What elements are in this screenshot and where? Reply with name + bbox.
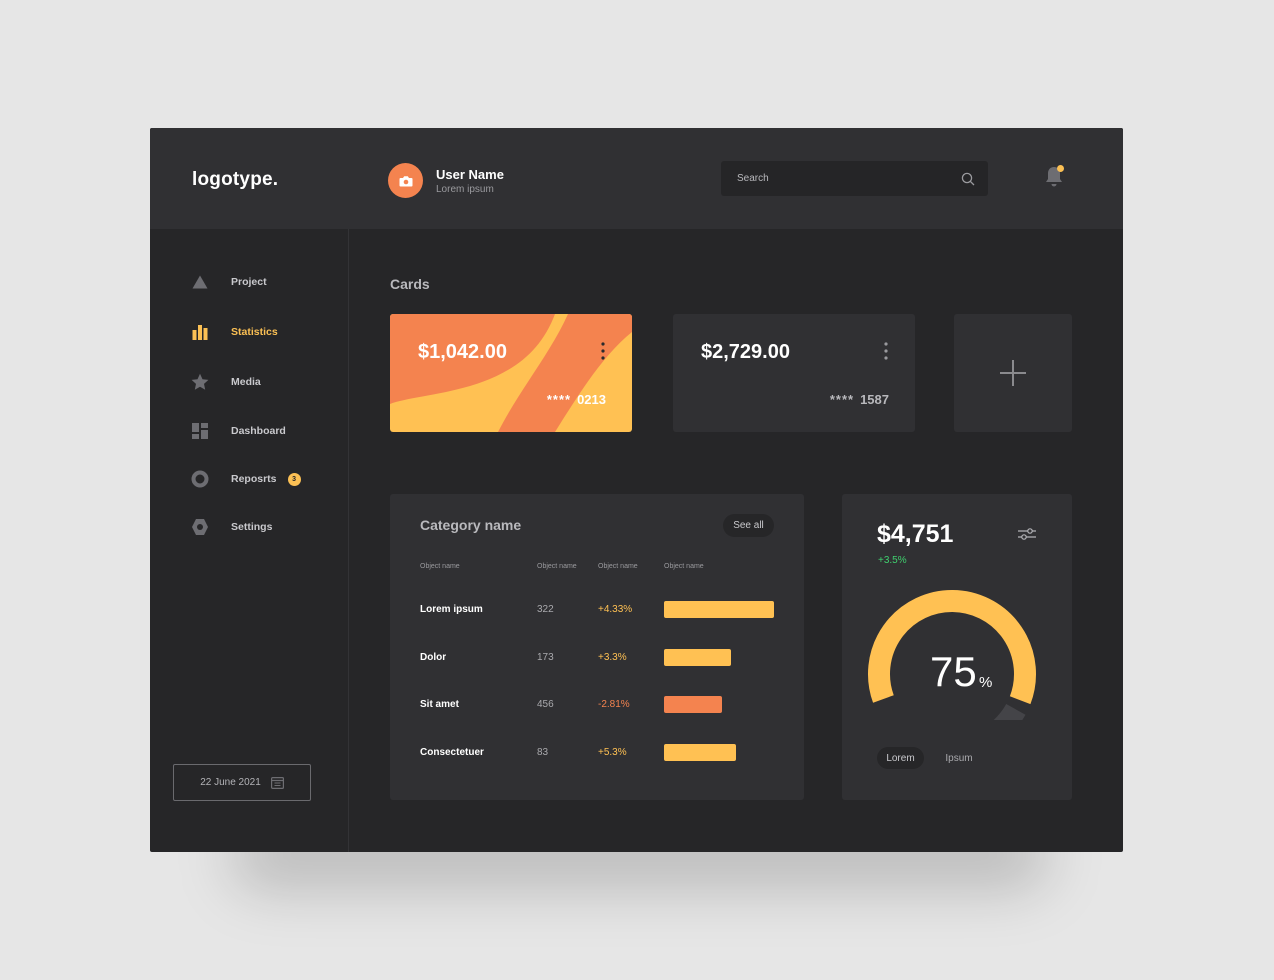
column-header: Object name — [664, 563, 704, 570]
gauge-amount: $4,751 — [877, 520, 954, 548]
user-name: User Name — [436, 167, 504, 182]
star-icon — [190, 372, 210, 392]
table-row[interactable]: Dolor 173 +3.3% — [390, 649, 804, 669]
sidebar-item-label: Statistics — [231, 326, 278, 338]
date-label: 22 June 2021 — [200, 777, 261, 788]
row-count: 83 — [537, 747, 549, 758]
gauge-change: +3.5% — [878, 555, 907, 566]
sidebar-item-dashboard[interactable]: Dashboard — [190, 419, 340, 443]
logo: logotype. — [192, 169, 279, 190]
sidebar-item-label: Settings — [231, 521, 273, 533]
sidebar-item-statistics[interactable]: Statistics — [190, 320, 340, 344]
card-dark[interactable]: $2,729.00 **** 1587 — [673, 314, 915, 432]
date-picker[interactable]: 22 June 2021 — [173, 764, 311, 801]
row-change: +5.3% — [598, 747, 627, 758]
gauge-value: 75 — [930, 648, 977, 695]
more-icon[interactable] — [600, 341, 606, 361]
tab-lorem[interactable]: Lorem — [877, 747, 924, 769]
triangle-icon — [190, 272, 210, 292]
table-title: Category name — [420, 517, 522, 533]
sidebar-item-media[interactable]: Media — [190, 370, 340, 394]
row-bar — [664, 696, 722, 713]
gauge-unit: % — [979, 674, 993, 691]
avatar[interactable] — [388, 163, 423, 198]
row-bar — [664, 649, 731, 666]
card-orange[interactable]: $1,042.00 **** 0213 — [390, 314, 632, 432]
more-icon[interactable] — [883, 341, 889, 361]
row-count: 322 — [537, 604, 554, 615]
row-name: Consectetuer — [420, 747, 484, 758]
row-change: +3.3% — [598, 652, 627, 663]
reports-badge: 3 — [287, 472, 301, 486]
row-count: 456 — [537, 699, 554, 710]
card-mask: **** — [829, 392, 855, 407]
card-last4: 1587 — [860, 392, 889, 407]
tab-ipsum[interactable]: Ipsum — [939, 747, 979, 769]
sidebar-item-project[interactable]: Project — [190, 270, 340, 294]
row-bar — [664, 601, 774, 618]
column-header: Object name — [537, 563, 577, 570]
row-bar — [664, 744, 736, 761]
sidebar-item-reports[interactable]: Reposrts 3 — [190, 467, 340, 491]
circle-icon — [190, 469, 210, 489]
sidebar-item-label: Project — [231, 276, 267, 288]
camera-icon — [399, 175, 412, 186]
sidebar-item-label: Media — [231, 376, 261, 388]
card-mask: **** — [546, 392, 572, 407]
search-input[interactable] — [721, 161, 951, 196]
sidebar: Project Statistics Media Dashboard Repos… — [150, 229, 349, 852]
row-name: Sit amet — [420, 699, 459, 710]
column-header: Object name — [598, 563, 638, 570]
sidebar-item-label: Dashboard — [231, 425, 286, 437]
hexagon-icon — [190, 517, 210, 537]
row-count: 173 — [537, 652, 554, 663]
row-change: -2.81% — [598, 699, 630, 710]
gauge-panel: $4,751 +3.5% 75 % Lorem Ipsum — [842, 494, 1072, 800]
category-table: Category name See all Object name Object… — [390, 494, 804, 800]
row-name: Lorem ipsum — [420, 604, 483, 615]
dashboard-grid-icon — [190, 421, 210, 441]
add-card-button[interactable] — [954, 314, 1072, 432]
card-wave-decoration — [390, 314, 632, 432]
sidebar-item-settings[interactable]: Settings — [190, 515, 340, 539]
row-name: Dolor — [420, 652, 447, 663]
column-header: Object name — [420, 563, 460, 570]
table-row[interactable]: Consectetuer 83 +5.3% — [390, 744, 804, 764]
calendar-icon — [270, 777, 284, 789]
top-bar: logotype. User Name Lorem ipsum — [150, 128, 1123, 229]
dashboard-window: logotype. User Name Lorem ipsum Search P… — [150, 128, 1123, 852]
card-number: **** 1587 — [830, 392, 889, 407]
search-icon[interactable] — [961, 172, 975, 186]
card-number: **** 0213 — [547, 392, 606, 407]
see-all-button[interactable]: See all — [723, 514, 774, 537]
cards-title: Cards — [390, 276, 430, 292]
table-row[interactable]: Lorem ipsum 322 +4.33% — [390, 601, 804, 621]
row-change: +4.33% — [598, 604, 633, 615]
card-last4: 0213 — [577, 392, 606, 407]
card-amount: $2,729.00 — [701, 341, 790, 363]
sidebar-item-label: Reposrts — [231, 473, 277, 485]
plus-icon — [1000, 360, 1026, 386]
gauge-track — [993, 703, 1026, 720]
table-row[interactable]: Sit amet 456 -2.81% — [390, 696, 804, 716]
bar-chart-icon — [190, 322, 210, 342]
card-amount: $1,042.00 — [418, 341, 507, 363]
filter-sliders-icon[interactable] — [1018, 527, 1036, 541]
search-box — [721, 161, 988, 196]
user-subtitle: Lorem ipsum — [436, 184, 494, 195]
notification-dot — [1057, 165, 1064, 172]
